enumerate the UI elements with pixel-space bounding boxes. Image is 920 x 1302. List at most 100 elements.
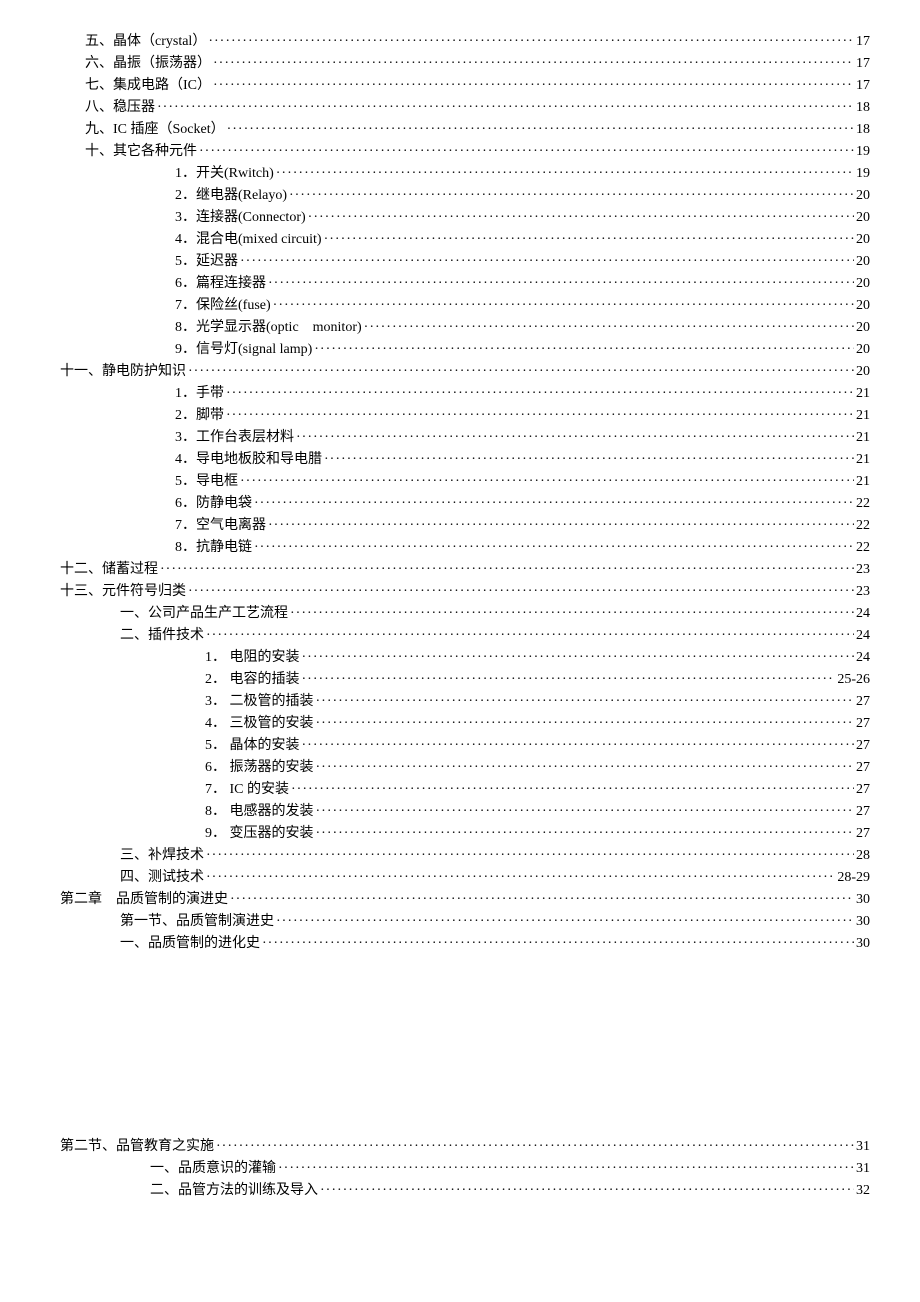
toc-leader-dots [206, 867, 835, 888]
toc-entry: 8．光学显示器(optic monitor) 20 [175, 317, 870, 338]
toc-entry-page: 27 [856, 779, 870, 800]
toc-entry: 十一、静电防护知识20 [60, 361, 870, 382]
toc-entry-page: 24 [856, 647, 870, 668]
toc-entry-page: 27 [856, 713, 870, 734]
toc-entry-label: 七、集成电路（IC） [85, 75, 211, 96]
toc-entry-page: 20 [856, 229, 870, 250]
toc-entry-page: 23 [856, 581, 870, 602]
toc-entry: 6． 振荡器的安装27 [205, 757, 870, 778]
toc-leader-dots [199, 141, 854, 162]
toc-entry-label: 6． 振荡器的安装 [205, 757, 314, 778]
toc-entry: 第二节、品管教育之实施 31 [60, 1136, 870, 1157]
toc-entry-label: 十三、元件符号归类 [60, 581, 186, 602]
toc-entry-label: 9． 变压器的安装 [205, 823, 314, 844]
toc-entry-label: 二、插件技术 [120, 625, 204, 646]
toc-entry-page: 25-26 [837, 669, 870, 690]
toc-entry: 6．篇程连接器20 [175, 273, 870, 294]
toc-entry: 7．空气电离器22 [175, 515, 870, 536]
toc-entry-page: 32 [856, 1180, 870, 1201]
toc-entry: 1．开关(Rwitch)19 [175, 163, 870, 184]
toc-leader-dots [316, 757, 855, 778]
toc-leader-dots [268, 515, 854, 536]
toc-leader-dots [296, 427, 854, 448]
toc-entry: 1． 电阻的安装24 [205, 647, 870, 668]
toc-entry-page: 27 [856, 823, 870, 844]
toc-entry-label: 8．光学显示器(optic monitor) [175, 317, 362, 338]
toc-leader-dots [324, 449, 854, 470]
toc-entry: 十三、元件符号归类 23 [60, 581, 870, 602]
toc-entry: 8．抗静电链 22 [175, 537, 870, 558]
toc-entry: 七、集成电路（IC） 17 [85, 75, 870, 96]
toc-entry-page: 22 [856, 537, 870, 558]
toc-leader-dots [188, 361, 854, 382]
toc-entry-label: 4．混合电(mixed circuit) [175, 229, 322, 250]
toc-section-2: 第二节、品管教育之实施31一、品质意识的灌输31二、品管方法的训练及导入32 [30, 1136, 870, 1201]
toc-leader-dots [364, 317, 854, 338]
toc-entry-page: 27 [856, 735, 870, 756]
toc-entry-page: 24 [856, 625, 870, 646]
toc-entry: 8． 电感器的发装27 [205, 801, 870, 822]
toc-leader-dots [302, 647, 855, 668]
toc-entry-page: 31 [856, 1158, 870, 1179]
toc-entry-page: 21 [856, 427, 870, 448]
toc-leader-dots [240, 251, 854, 272]
toc-entry-label: 7．空气电离器 [175, 515, 266, 536]
toc-entry: 第一节、品质管制演进史30 [120, 911, 870, 932]
toc-entry: 5．延迟器20 [175, 251, 870, 272]
toc-entry-label: 四、测试技术 [120, 867, 204, 888]
toc-entry-label: 3．连接器(Connector) [175, 207, 306, 228]
toc-entry: 1．手带 21 [175, 383, 870, 404]
toc-entry-label: 一、公司产品生产工艺流程 [120, 603, 288, 624]
toc-leader-dots [226, 405, 854, 426]
toc-leader-dots [226, 383, 854, 404]
toc-entry-page: 30 [856, 933, 870, 954]
toc-leader-dots [188, 581, 854, 602]
toc-entry: 十二、储蓄过程23 [60, 559, 870, 580]
toc-section-1: 五、晶体（crystal）17六、晶振（振荡器）17七、集成电路（IC）17八、… [30, 31, 870, 954]
toc-leader-dots [213, 53, 854, 74]
toc-leader-dots [227, 119, 854, 140]
toc-entry-page: 20 [856, 295, 870, 316]
toc-entry-page: 17 [856, 75, 870, 96]
toc-entry: 4． 三极管的安装27 [205, 713, 870, 734]
toc-entry-label: 2．脚带 [175, 405, 224, 426]
toc-entry-page: 20 [856, 339, 870, 360]
toc-leader-dots [268, 273, 854, 294]
toc-leader-dots [289, 185, 854, 206]
toc-leader-dots [291, 779, 854, 800]
toc-leader-dots [302, 669, 836, 690]
toc-entry-label: 第二节、品管教育之实施 [60, 1136, 214, 1157]
toc-leader-dots [206, 625, 854, 646]
toc-entry-label: 6．防静电袋 [175, 493, 252, 514]
toc-entry-label: 九、IC 插座（Socket） [85, 119, 225, 140]
toc-leader-dots [254, 537, 854, 558]
toc-entry-page: 20 [856, 185, 870, 206]
toc-leader-dots [216, 1136, 854, 1157]
toc-entry: 六、晶振（振荡器）17 [85, 53, 870, 74]
toc-entry-label: 8． 电感器的发装 [205, 801, 314, 822]
toc-entry-page: 31 [856, 1136, 870, 1157]
toc-entry: 7．保险丝(fuse)20 [175, 295, 870, 316]
toc-leader-dots [302, 735, 855, 756]
toc-entry-page: 18 [856, 119, 870, 140]
toc-entry-label: 1．手带 [175, 383, 224, 404]
toc-leader-dots [316, 801, 855, 822]
toc-entry-label: 2． 电容的插装 [205, 669, 300, 690]
toc-leader-dots [157, 97, 854, 118]
toc-entry-page: 21 [856, 449, 870, 470]
toc-leader-dots [160, 559, 854, 580]
toc-entry: 三、补焊技术28 [120, 845, 870, 866]
toc-entry-label: 8．抗静电链 [175, 537, 252, 558]
toc-entry: 二、品管方法的训练及导入32 [150, 1180, 870, 1201]
toc-entry-page: 21 [856, 471, 870, 492]
toc-entry-page: 20 [856, 207, 870, 228]
toc-entry-page: 20 [856, 317, 870, 338]
toc-entry-page: 21 [856, 405, 870, 426]
toc-entry: 4．导电地板胶和导电腊21 [175, 449, 870, 470]
toc-leader-dots [290, 603, 854, 624]
toc-leader-dots [276, 911, 854, 932]
toc-entry: 7． IC 的安装27 [205, 779, 870, 800]
toc-entry-page: 21 [856, 383, 870, 404]
toc-entry: 八、稳压器18 [85, 97, 870, 118]
toc-leader-dots [320, 1180, 854, 1201]
